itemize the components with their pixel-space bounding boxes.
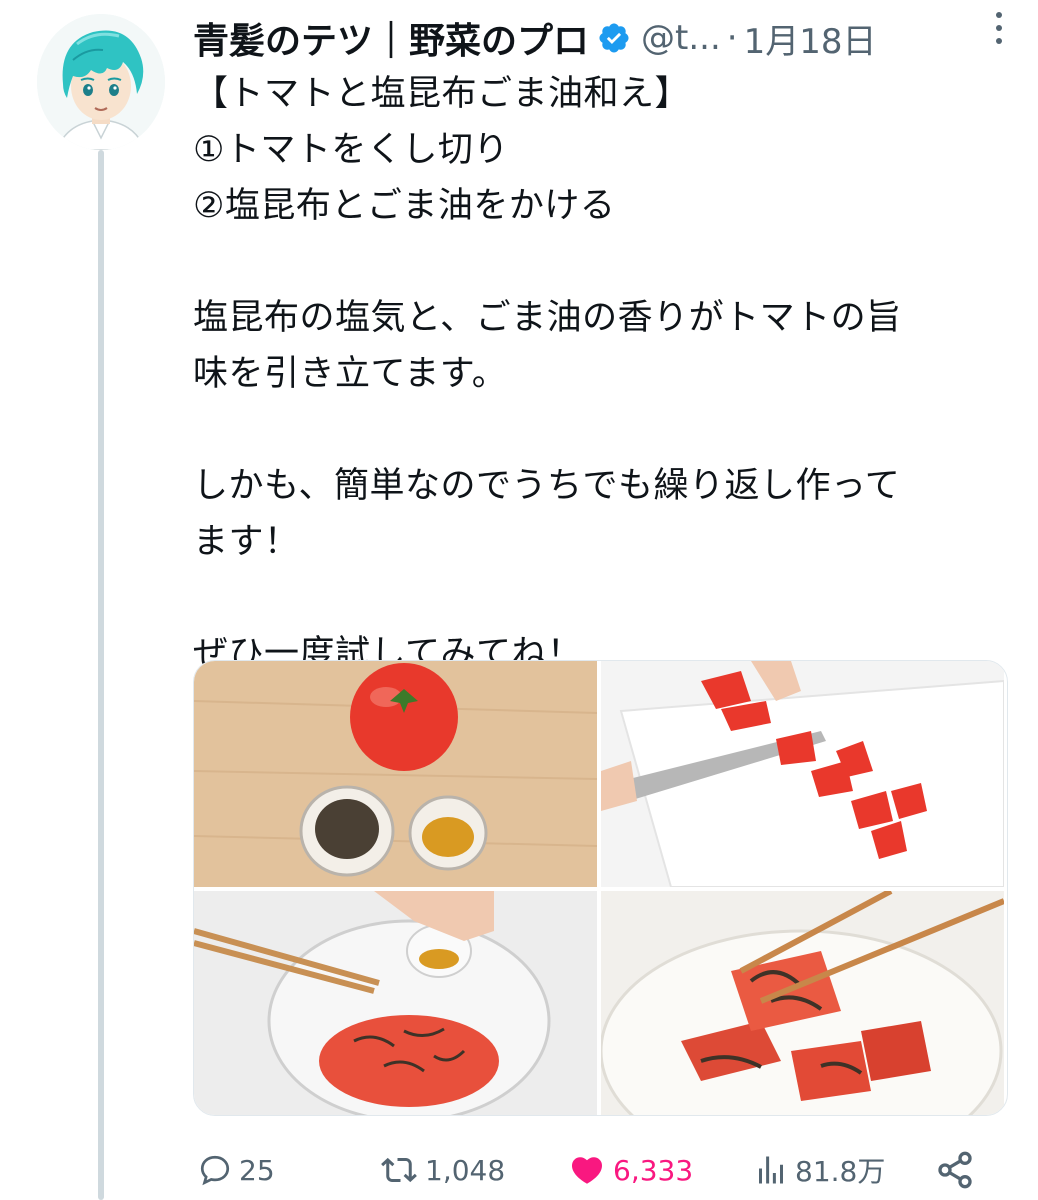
more-options-icon[interactable] xyxy=(984,8,1014,48)
tweet-text-line xyxy=(193,570,1013,626)
thread-line xyxy=(98,150,104,1200)
photo-mixing-bowl[interactable] xyxy=(194,891,597,1115)
tweet-text-line: 【トマトと塩昆布ごま油和え】 xyxy=(193,74,691,114)
tweet-text-line: 塩昆布の塩気と、ごま油の香りがトマトの旨 xyxy=(193,298,902,338)
photo-icon xyxy=(601,891,1004,1115)
reply-icon xyxy=(200,1155,230,1186)
tweet-text-line xyxy=(193,402,1013,458)
tweet-text-line: ①トマトをくし切り xyxy=(193,130,509,170)
photo-icon xyxy=(194,891,597,1115)
photo-tomato-ingredients[interactable] xyxy=(194,661,597,887)
photo-chopsticks-tomato[interactable] xyxy=(601,891,1004,1115)
reply-button[interactable]: 25 xyxy=(197,1142,275,1198)
photo-icon xyxy=(601,661,1004,887)
photo-icon xyxy=(194,661,597,887)
header-separator: · xyxy=(726,18,738,58)
views-chart-icon xyxy=(759,1156,783,1184)
handle[interactable]: @t... xyxy=(641,18,721,58)
share-button[interactable] xyxy=(935,1142,975,1198)
tweet-header: 青髪のテツ｜野菜のプロ @t... · 1月18日 xyxy=(193,12,1013,64)
photo-cutting-tomato[interactable] xyxy=(601,661,1004,887)
avatar[interactable] xyxy=(37,14,165,150)
display-name[interactable]: 青髪のテツ｜野菜のプロ xyxy=(193,12,589,64)
heart-icon xyxy=(571,1157,603,1184)
like-button[interactable]: 6,333 xyxy=(567,1142,693,1198)
tweet-text-line: ます！ xyxy=(193,522,300,562)
tweet-text-line: 味を引き立てます。 xyxy=(193,354,508,394)
retweet-count: 1,048 xyxy=(425,1153,506,1187)
like-count: 6,333 xyxy=(613,1153,694,1187)
retweet-icon xyxy=(381,1157,417,1183)
tweet[interactable]: 青髪のテツ｜野菜のプロ @t... · 1月18日 【トマトと塩昆布ごま油和え】… xyxy=(0,0,1038,1200)
tweet-text-line xyxy=(193,234,1013,290)
views-count: 81.8万 xyxy=(795,1155,886,1188)
anime-avatar-icon xyxy=(37,14,165,150)
action-bar: 25 1,048 6,333 81.8万 xyxy=(193,1142,1008,1198)
verified-badge-icon xyxy=(597,21,631,55)
share-icon xyxy=(938,1151,972,1189)
tweet-text-line: しかも、簡単なのでうちでも繰り返し作って xyxy=(193,466,901,506)
retweet-button[interactable]: 1,048 xyxy=(379,1142,505,1198)
tweet-date[interactable]: 1月18日 xyxy=(744,14,877,63)
views-button[interactable]: 81.8万 xyxy=(753,1142,885,1198)
tweet-text-line: ②塩昆布とごま油をかける xyxy=(193,186,616,226)
tweet-text: 【トマトと塩昆布ごま油和え】 ①トマトをくし切り ②塩昆布とごま油をかける 塩昆… xyxy=(193,66,1013,682)
media-grid xyxy=(193,660,1008,1116)
reply-count: 25 xyxy=(239,1153,275,1187)
